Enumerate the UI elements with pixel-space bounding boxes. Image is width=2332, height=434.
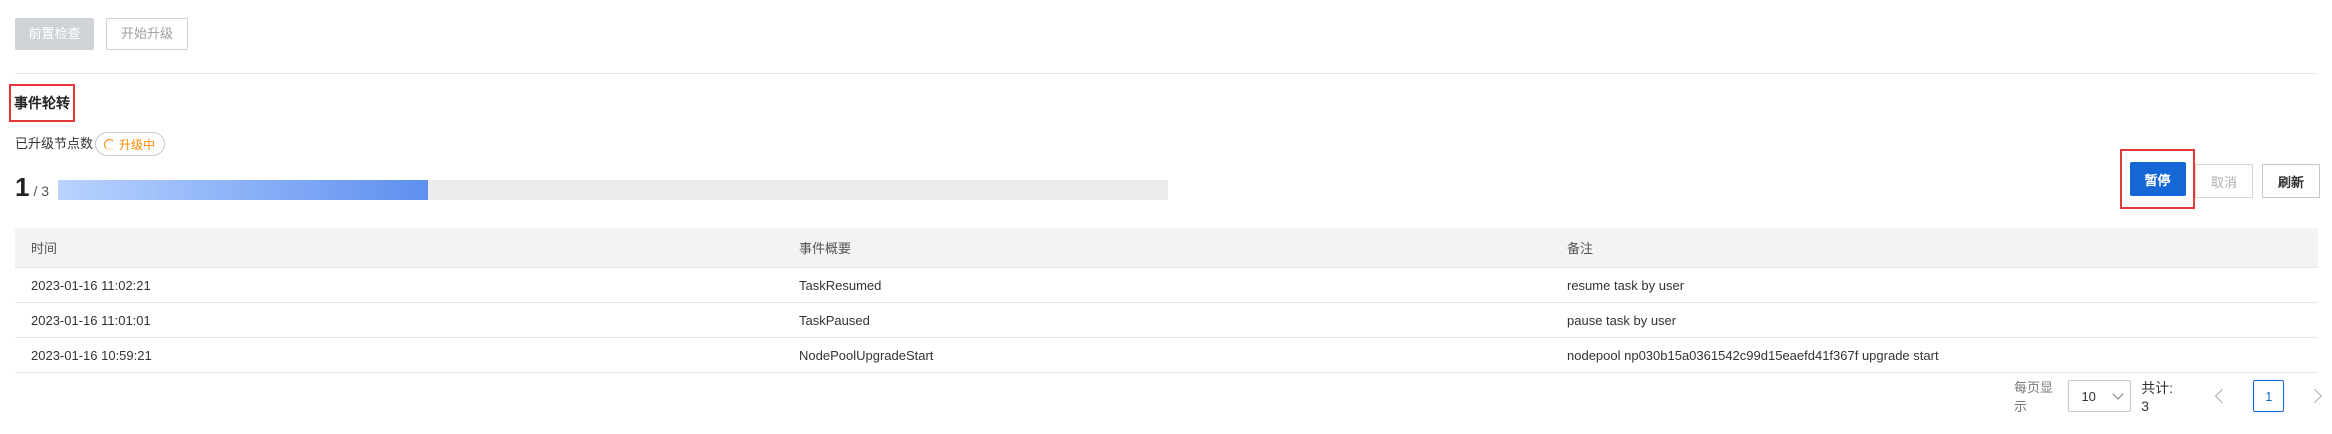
- cell-time: 2023-01-16 10:59:21: [31, 347, 152, 363]
- pagination: 每页显示 10 共计: 3 1: [2014, 380, 2332, 414]
- upgraded-nodes-label: 已升级节点数: [15, 136, 94, 151]
- pause-button[interactable]: 暂停: [2129, 162, 2186, 196]
- table-row: 2023-01-16 10:59:21 NodePoolUpgradeStart…: [15, 338, 2318, 373]
- chevron-right-icon[interactable]: [2308, 389, 2323, 403]
- page-number-current[interactable]: 1: [2253, 380, 2285, 412]
- cell-time: 2023-01-16 11:02:21: [31, 277, 151, 293]
- cell-time: 2023-01-16 11:01:01: [31, 312, 151, 328]
- cell-summary: TaskResumed: [799, 277, 882, 293]
- page-size-select[interactable]: 10: [2068, 380, 2132, 412]
- column-header-remark: 备注: [1567, 241, 1594, 256]
- start-upgrade-button[interactable]: 开始升级: [106, 18, 188, 50]
- event-table: 时间 事件概要 备注 2023-01-16 11:02:21 TaskResum…: [15, 228, 2318, 373]
- chevron-down-icon: [2112, 388, 2124, 400]
- divider: [15, 73, 2317, 74]
- cell-summary: TaskPaused: [799, 312, 870, 328]
- table-header: 时间 事件概要 备注: [15, 228, 2318, 268]
- progress-bar-fill: [58, 180, 428, 200]
- pause-button-highlight: 暂停: [2120, 149, 2195, 209]
- section-title: 事件轮转: [9, 84, 75, 122]
- upgrade-event-panel: 前置检查 开始升级 事件轮转 已升级节点数 升级中 1 / 3 暂停 取消 刷新…: [0, 0, 2332, 434]
- progress-done: 1: [15, 172, 30, 202]
- refresh-button[interactable]: 刷新: [2262, 164, 2320, 198]
- cell-remark: resume task by user: [1567, 277, 1685, 293]
- table-row: 2023-01-16 11:01:01 TaskPaused pause tas…: [15, 303, 2318, 338]
- table-row: 2023-01-16 11:02:21 TaskResumed resume t…: [15, 268, 2318, 303]
- cell-summary: NodePoolUpgradeStart: [799, 347, 934, 363]
- top-toolbar: 前置检查 开始升级: [15, 18, 188, 50]
- status-badge-label: 升级中: [119, 137, 156, 152]
- cell-remark: nodepool np030b15a0361542c99d15eaefd41f3…: [1567, 347, 1939, 363]
- cell-remark: pause task by user: [1567, 312, 1677, 328]
- progress-bar: [58, 180, 1168, 200]
- precheck-button[interactable]: 前置检查: [15, 18, 94, 50]
- chevron-left-icon[interactable]: [2215, 389, 2230, 403]
- progress-total: / 3: [33, 183, 50, 199]
- column-header-summary: 事件概要: [799, 241, 852, 256]
- progress-count: 1 / 3: [15, 172, 49, 202]
- per-page-label: 每页显示: [2014, 380, 2054, 414]
- page-size-value: 10: [2081, 388, 2096, 404]
- status-badge: 升级中: [95, 132, 166, 156]
- spinner-icon: [104, 138, 115, 150]
- column-header-time: 时间: [31, 241, 58, 256]
- cancel-button[interactable]: 取消: [2195, 164, 2253, 198]
- total-count: 共计: 3: [2141, 380, 2174, 414]
